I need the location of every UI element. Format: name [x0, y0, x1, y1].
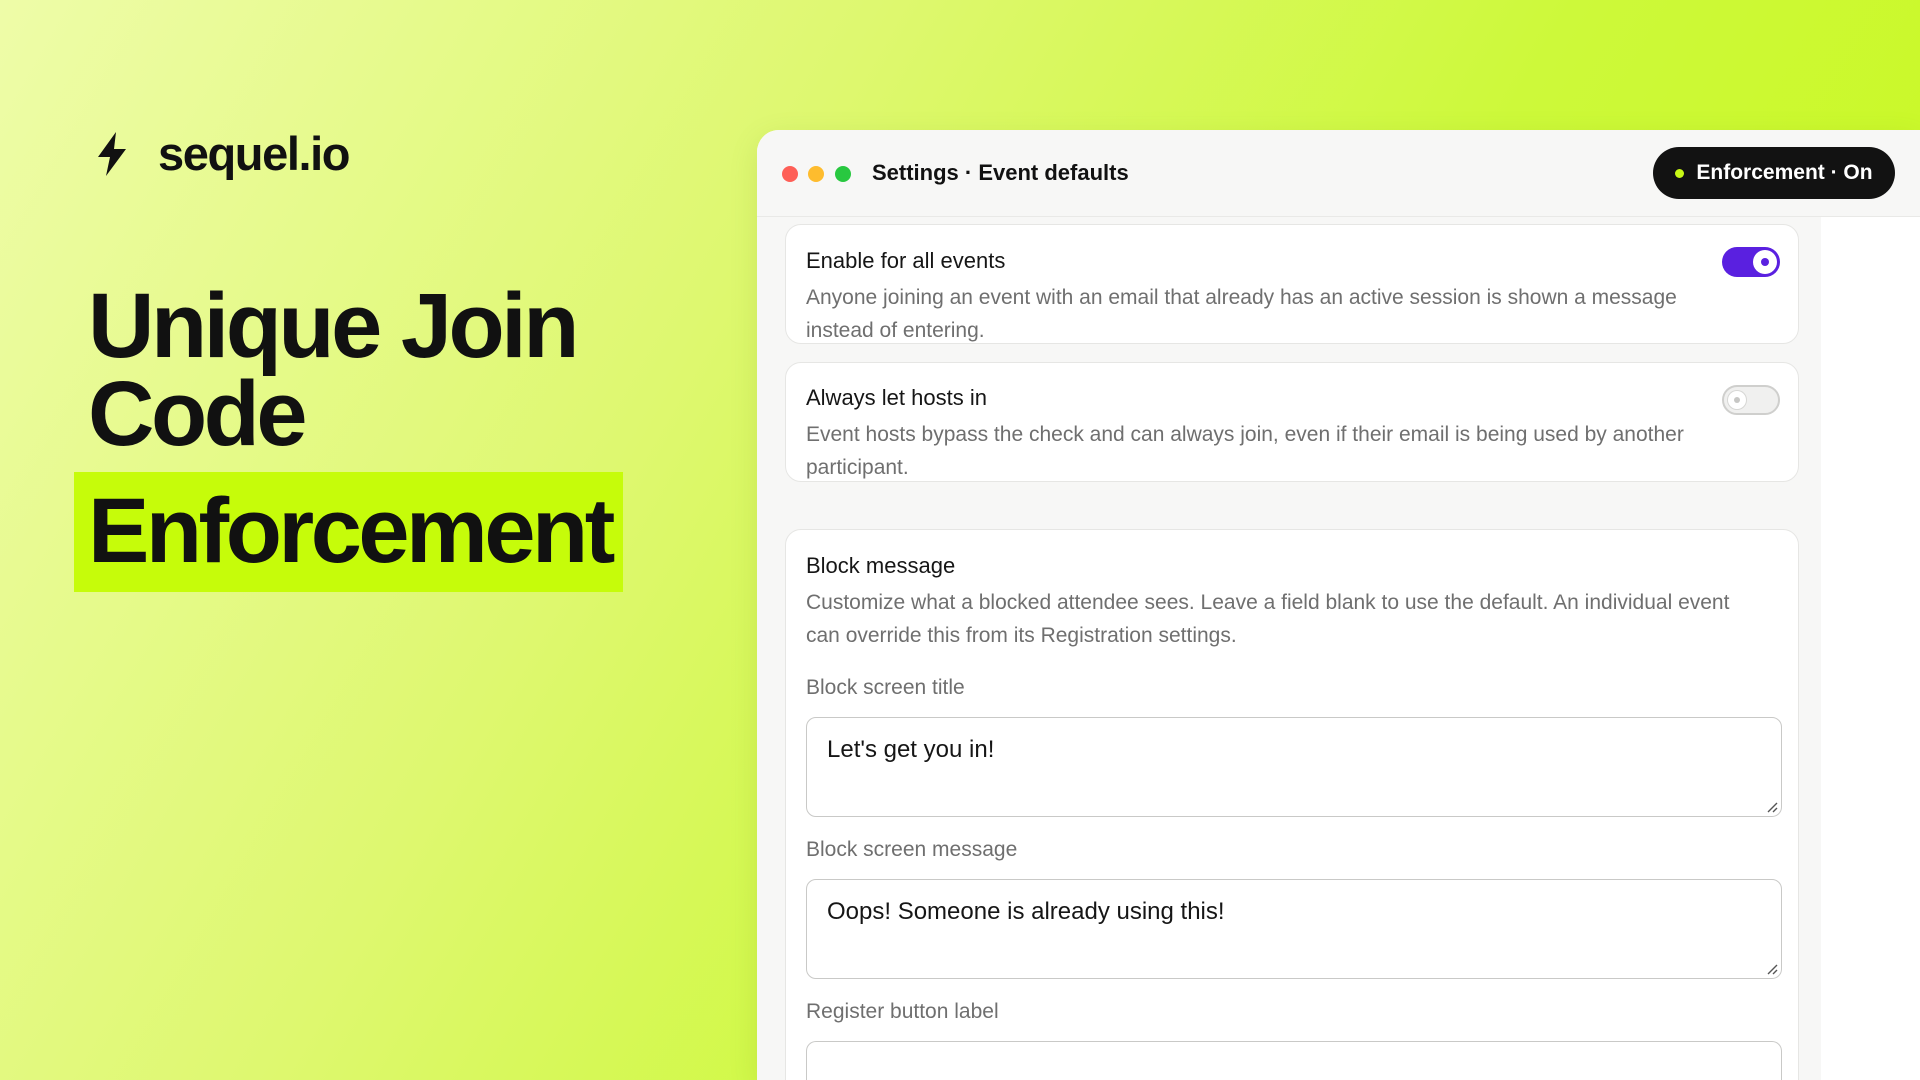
bolt-icon [98, 131, 126, 176]
enforcement-status-text: Enforcement · On [1696, 161, 1873, 184]
headline-highlight-text: Enforcement [88, 480, 615, 582]
always-let-hosts-in-card: Always let hosts in Event hosts bypass t… [785, 362, 1799, 482]
maximize-window-button[interactable] [835, 166, 851, 182]
block-screen-message-value: Oops! Someone is already using this! [827, 898, 1225, 925]
block-screen-title-value: Let's get you in! [827, 736, 995, 763]
brand-name: sequel.io [158, 127, 351, 180]
close-window-button[interactable] [782, 166, 798, 182]
always-let-hosts-in-title: Always let hosts in [806, 385, 987, 410]
brand-logo: sequel.io [92, 126, 351, 181]
window-title: Settings · Event defaults [872, 160, 1129, 185]
enable-all-events-description: Anyone joining an event with an email th… [806, 286, 1677, 342]
block-screen-message-input[interactable]: Oops! Someone is already using this! [806, 879, 1782, 979]
register-button-label-input[interactable] [806, 1041, 1782, 1080]
toggle-knob [1728, 391, 1746, 409]
settings-window: Settings · Event defaults Enforcement · … [757, 130, 1920, 1080]
enable-all-events-title: Enable for all events [806, 248, 1006, 273]
headline: Unique Join Code [88, 280, 648, 460]
block-message-description: Customize what a blocked attendee sees. … [806, 591, 1730, 647]
block-message-title: Block message [806, 553, 956, 578]
always-let-hosts-in-description: Event hosts bypass the check and can alw… [806, 423, 1684, 479]
status-dot-icon [1675, 168, 1685, 178]
minimize-window-button[interactable] [808, 166, 824, 182]
resize-handle-icon[interactable] [1764, 961, 1778, 975]
headline-highlight: Enforcement [74, 472, 623, 592]
enforcement-status-badge: Enforcement · On [1653, 147, 1895, 199]
always-let-hosts-in-toggle[interactable] [1722, 385, 1780, 415]
resize-handle-icon[interactable] [1764, 799, 1778, 813]
block-screen-message-label: Block screen message [806, 838, 1018, 861]
block-screen-title-input[interactable]: Let's get you in! [806, 717, 1782, 817]
block-message-card: Block message Customize what a blocked a… [785, 529, 1799, 1080]
window-titlebar: Settings · Event defaults Enforcement · … [757, 130, 1920, 217]
headline-line-1: Unique Join [88, 275, 579, 377]
toggle-knob [1753, 250, 1777, 274]
enable-all-events-toggle[interactable] [1722, 247, 1780, 277]
register-button-label-label: Register button label [806, 1000, 999, 1023]
headline-line-2: Code [88, 363, 308, 465]
enable-all-events-card: Enable for all events Anyone joining an … [785, 224, 1799, 344]
settings-content: Enable for all events Anyone joining an … [757, 217, 1821, 1080]
right-gutter [1821, 217, 1920, 1080]
block-screen-title-label: Block screen title [806, 676, 965, 699]
